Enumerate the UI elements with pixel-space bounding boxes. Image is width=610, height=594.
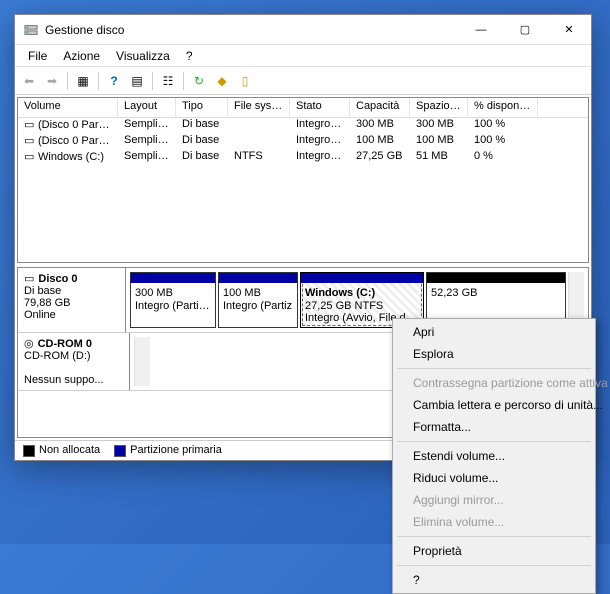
col-volume[interactable]: Volume (18, 98, 118, 117)
partition[interactable]: 300 MBIntegro (Partizione (130, 272, 216, 328)
menu-item[interactable]: Riduci volume... (395, 467, 593, 489)
menu-item[interactable]: Cambia lettera e percorso di unità... (395, 394, 593, 416)
menu-item[interactable]: Estendi volume... (395, 445, 593, 467)
menu-item[interactable]: Apri (395, 321, 593, 343)
menu-item[interactable]: Formatta... (395, 416, 593, 438)
action-icon[interactable]: ◆ (212, 71, 232, 91)
disk-label[interactable]: ▭Disco 0Di base79,88 GBOnline (18, 268, 126, 332)
menu-help[interactable]: ? (179, 47, 200, 65)
list-icon[interactable]: ☷ (158, 71, 178, 91)
table-row[interactable]: ▭Windows (C:)SempliceDi baseNTFSIntegro … (18, 150, 588, 166)
tag-icon[interactable]: ▯ (235, 71, 255, 91)
volume-icon: ▭ (24, 118, 36, 131)
table-header[interactable]: Volume Layout Tipo File system Stato Cap… (18, 98, 588, 118)
menu-separator (397, 441, 591, 442)
col-state[interactable]: Stato (290, 98, 350, 117)
context-menu: ApriEsplora Contrassegna partizione come … (392, 318, 596, 594)
maximize-button[interactable]: ▢ (503, 15, 547, 44)
volume-icon: ▭ (24, 150, 36, 163)
volume-icon: ▭ (24, 134, 36, 147)
separator-icon (67, 72, 68, 90)
separator-icon (183, 72, 184, 90)
menu-item[interactable]: ? (395, 569, 593, 591)
minimize-button[interactable]: — (459, 15, 503, 44)
menu-item[interactable]: Esplora (395, 343, 593, 365)
menu-action[interactable]: Azione (56, 47, 107, 65)
table-row[interactable]: ▭(Disco 0 Partizione...SempliceDi baseIn… (18, 134, 588, 150)
menu-separator (397, 368, 591, 369)
toolbar: ⬅ ➡ ▦ ? ▤ ☷ ↻ ◆ ▯ (15, 67, 591, 95)
legend-primary: Partizione primaria (114, 444, 222, 456)
volumes-table: Volume Layout Tipo File system Stato Cap… (17, 97, 589, 263)
refresh-icon[interactable]: ↻ (189, 71, 209, 91)
properties-icon[interactable]: ▦ (73, 71, 93, 91)
menu-separator (397, 565, 591, 566)
close-button[interactable]: ✕ (547, 15, 591, 44)
cdrom-icon: ◎ (24, 337, 34, 350)
menu-view[interactable]: Visualizza (109, 47, 177, 65)
menu-item: Aggiungi mirror... (395, 489, 593, 511)
col-filesystem[interactable]: File system (228, 98, 290, 117)
disk-icon: ▭ (24, 272, 34, 285)
col-capacity[interactable]: Capacità (350, 98, 410, 117)
col-layout[interactable]: Layout (118, 98, 176, 117)
col-freespace[interactable]: Spazio d... (410, 98, 468, 117)
forward-icon: ➡ (42, 71, 62, 91)
menu-separator (397, 536, 591, 537)
menu-file[interactable]: File (21, 47, 54, 65)
separator-icon (98, 72, 99, 90)
titlebar: Gestione disco — ▢ ✕ (15, 15, 591, 45)
menu-item: Contrassegna partizione come attiva (395, 372, 593, 394)
menubar: File Azione Visualizza ? (15, 45, 591, 67)
sheet-icon[interactable]: ▤ (127, 71, 147, 91)
back-icon: ⬅ (19, 71, 39, 91)
col-type[interactable]: Tipo (176, 98, 228, 117)
col-available[interactable]: % disponibile (468, 98, 538, 117)
window-title: Gestione disco (45, 23, 459, 37)
menu-item: Elimina volume... (395, 511, 593, 533)
table-row[interactable]: ▭(Disco 0 Partizione...SempliceDi baseIn… (18, 118, 588, 134)
window-buttons: — ▢ ✕ (459, 15, 591, 44)
legend-unallocated: Non allocata (23, 444, 100, 456)
partition[interactable]: 100 MBIntegro (Partiz (218, 272, 298, 328)
menu-item[interactable]: Proprietà (395, 540, 593, 562)
separator-icon (152, 72, 153, 90)
help-icon[interactable]: ? (104, 71, 124, 91)
disk-label[interactable]: ◎CD-ROM 0CD-ROM (D:)Nessun suppo... (18, 333, 130, 390)
app-icon (23, 22, 39, 38)
